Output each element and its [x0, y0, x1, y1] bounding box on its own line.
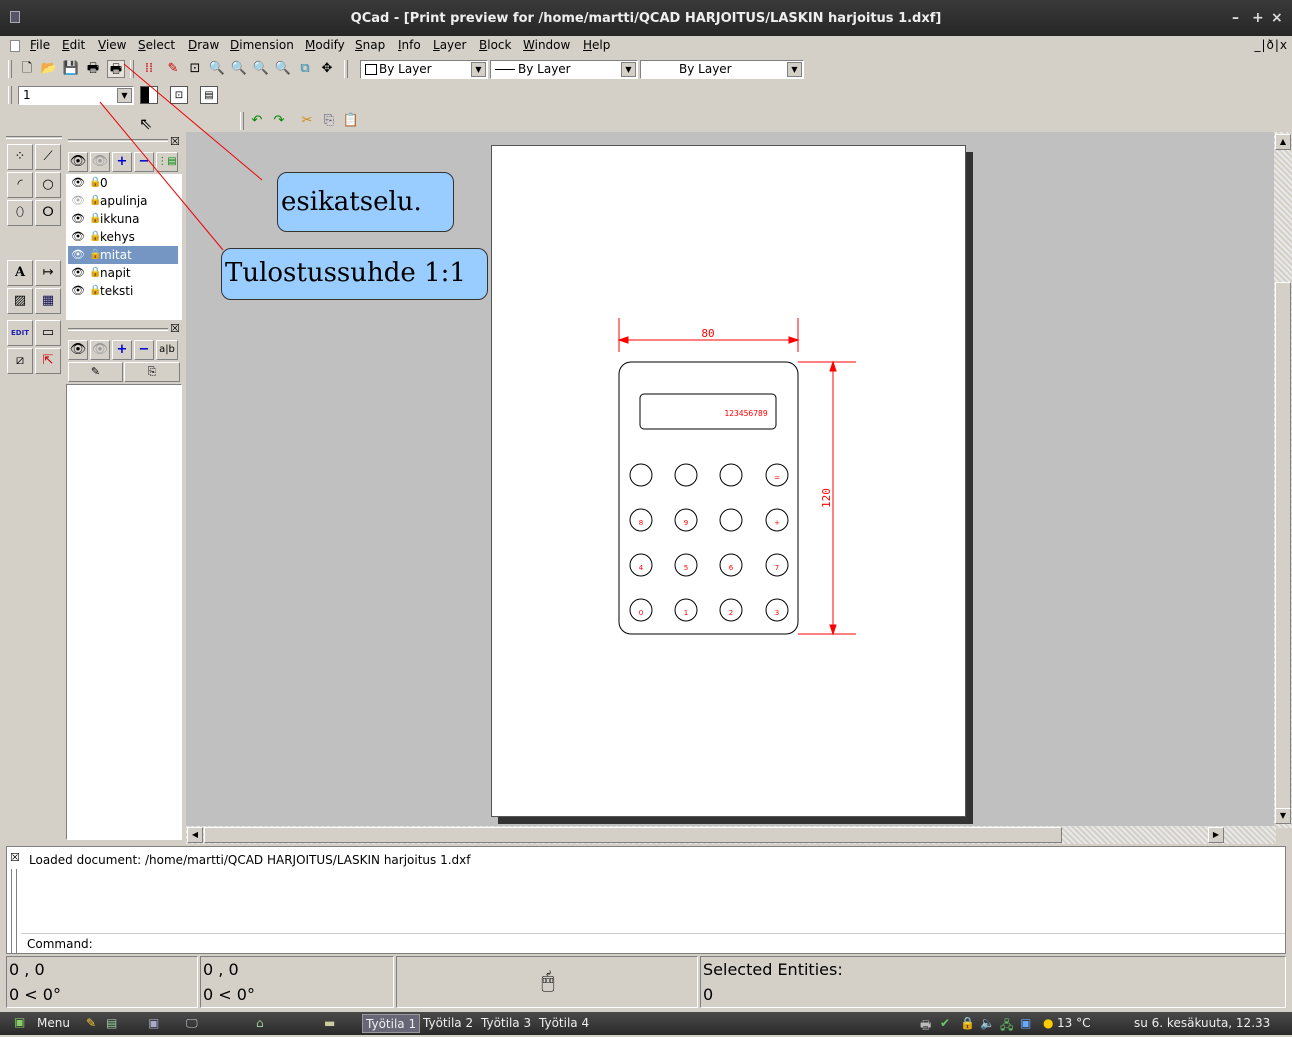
scroll-up-icon[interactable]: ▲: [1275, 134, 1291, 150]
menu-button[interactable]: Menu: [37, 1016, 70, 1030]
horizontal-scrollbar[interactable]: ◀ ▶: [186, 826, 1276, 844]
clock[interactable]: su 6. kesäkuuta, 12.33: [1134, 1016, 1270, 1030]
network-icon[interactable]: 🖧: [1000, 1016, 1013, 1037]
volume-icon[interactable]: 🔈: [980, 1016, 995, 1030]
rel-polar-value: 0 < 0°: [203, 985, 255, 1004]
printer-tray-icon[interactable]: 🖶: [920, 1016, 931, 1037]
relative-coordinates: 0 , 0 0 < 0°: [200, 956, 394, 1008]
scale-callout: Tulostussuhde 1:1: [221, 248, 488, 300]
weather-text[interactable]: 13 °C: [1057, 1016, 1090, 1030]
preview-callout: esikatselu.: [277, 172, 454, 232]
selection-info: Selected Entities: 0: [700, 956, 1286, 1008]
command-history: Loaded document: /home/martti/QCAD HARJO…: [29, 853, 471, 867]
calculator-button-label: +: [774, 519, 780, 527]
calculator-button-label: 0: [639, 609, 643, 617]
horizontal-scroll-thumb[interactable]: [204, 827, 1062, 843]
scroll-right-icon[interactable]: ▶: [1208, 827, 1224, 843]
absolute-coordinates: 0 , 0 0 < 0°: [6, 956, 198, 1008]
abs-polar-value: 0 < 0°: [9, 985, 61, 1004]
arrowhead: [829, 360, 837, 372]
calculator-body: [618, 361, 799, 635]
calculator-button-label: =: [774, 474, 780, 482]
scroll-down-icon[interactable]: ▼: [1275, 808, 1291, 824]
abs-coord-value: 0 , 0: [9, 960, 45, 979]
selected-entities-count: 0: [703, 985, 714, 1004]
command-input[interactable]: [101, 935, 1281, 952]
mint-menu-icon[interactable]: ▣: [14, 1015, 25, 1029]
arrowhead: [617, 336, 629, 344]
workspace-1[interactable]: Työtila 1: [362, 1014, 421, 1033]
command-line: Command:: [21, 933, 1285, 953]
qcad-task-icon[interactable]: ▣: [148, 1016, 159, 1030]
selected-entities-label: Selected Entities:: [703, 960, 843, 979]
calculator-button-label: 9: [684, 519, 688, 527]
editor-launcher-icon[interactable]: ✎: [86, 1016, 96, 1030]
arrowhead: [829, 624, 837, 636]
home-folder-icon[interactable]: ⌂: [256, 1016, 264, 1030]
vertical-scrollbar[interactable]: ▲ ▼: [1274, 132, 1292, 828]
panel-handle[interactable]: [11, 869, 17, 953]
height-dimension-text: 120: [820, 488, 833, 508]
workspace-3[interactable]: Työtila 3: [478, 1014, 534, 1033]
terminal-launcher-icon[interactable]: ▤: [106, 1016, 117, 1030]
scroll-left-icon[interactable]: ◀: [187, 827, 203, 843]
weather-icon: ●: [1043, 1016, 1054, 1030]
workspace-4[interactable]: Työtila 4: [536, 1014, 592, 1033]
mouse-icon: 🖱: [396, 956, 698, 1008]
monitor-icon[interactable]: ▣: [1020, 1016, 1031, 1030]
status-bar: 0 , 0 0 < 0° 0 , 0 0 < 0° 🖱 Selected Ent…: [0, 954, 1292, 1012]
width-dimension-text: 80: [701, 327, 714, 340]
vertical-scroll-thumb[interactable]: [1275, 282, 1291, 810]
close-icon[interactable]: ☒: [10, 851, 20, 864]
calculator-button-label: 1: [684, 609, 688, 617]
calculator-button-label: 4: [639, 564, 644, 572]
calculator-button-label: 2: [729, 609, 733, 617]
calculator-button-label: 3: [775, 609, 779, 617]
calculator-button-label: 7: [775, 564, 779, 572]
display-text: 123456789: [724, 409, 768, 418]
arrowhead: [788, 336, 800, 344]
calculator-button-label: 5: [684, 564, 688, 572]
calculator-button: [719, 463, 743, 487]
taskbar: ▣ Menu ✎ ▤ ▣ 🖵 ⌂ ▬ Työtila 1 Työtila 2 T…: [0, 1012, 1292, 1035]
lock-tray-icon[interactable]: 🔒: [960, 1016, 975, 1030]
folder-icon[interactable]: ▬: [324, 1016, 335, 1030]
calculator-button: [629, 463, 653, 487]
desktop-icon[interactable]: 🖵: [186, 1016, 198, 1031]
workspace-2[interactable]: Työtila 2: [420, 1014, 476, 1033]
calculator-buttons: = 8 9 +4 5 6 7 0 1 2 3: [629, 463, 789, 622]
update-shield-icon[interactable]: ✔: [940, 1016, 950, 1030]
calculator-button-label: 8: [639, 519, 643, 527]
command-panel: ☒ Loaded document: /home/martti/QCAD HAR…: [6, 846, 1286, 954]
calculator-button: [674, 463, 698, 487]
calculator-button-label: 6: [729, 564, 734, 572]
rel-coord-value: 0 , 0: [203, 960, 239, 979]
dimension-lines: [617, 318, 856, 636]
command-prompt-label: Command:: [27, 937, 93, 951]
calculator-button: [719, 508, 743, 532]
